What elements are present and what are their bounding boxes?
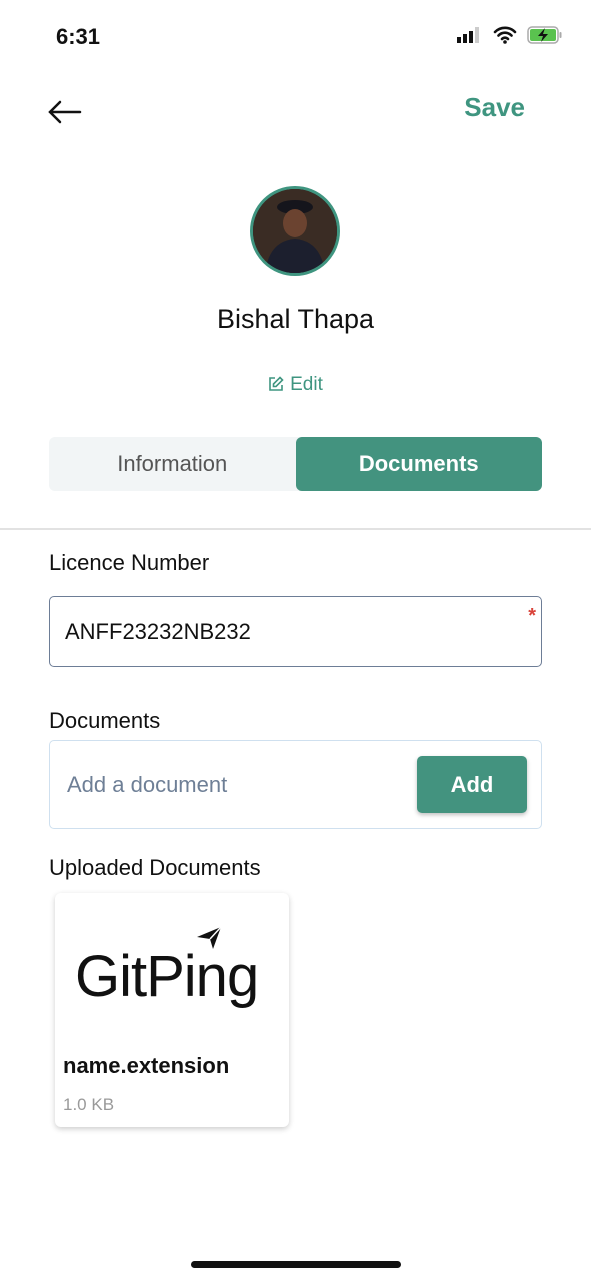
divider: [0, 528, 591, 530]
documents-label: Documents: [49, 708, 161, 733]
home-indicator[interactable]: [191, 1261, 401, 1268]
paper-plane-icon: [197, 926, 222, 949]
profile-name: Bishal Thapa: [216, 304, 375, 334]
licence-number-value: ANFF23232NB232: [65, 618, 251, 644]
back-button[interactable]: [46, 96, 82, 128]
edit-label: Edit: [290, 374, 323, 395]
signal-icon: [457, 27, 479, 43]
document-card[interactable]: GitPing name.extension 1.0 KB: [55, 893, 289, 1127]
edit-icon: [269, 376, 284, 391]
tab-documents[interactable]: Documents: [295, 437, 542, 491]
status-time: 6:31: [56, 24, 101, 49]
add-document-field: Add: [49, 740, 542, 829]
wifi-icon: [493, 26, 517, 44]
required-marker: *: [528, 605, 536, 627]
add-document-button[interactable]: Add: [417, 756, 527, 813]
status-icons: [457, 26, 563, 44]
document-size: 1.0 KB: [63, 1095, 115, 1114]
document-thumbnail-logo: GitPing: [75, 944, 259, 1009]
uploaded-documents-label: Uploaded Documents: [49, 855, 261, 880]
edit-profile-button[interactable]: Edit: [0, 374, 591, 396]
profile-tabs: Information Documents: [49, 437, 542, 491]
licence-number-label: Licence Number: [49, 550, 210, 575]
tab-information[interactable]: Information: [49, 437, 296, 491]
arrow-left-icon: [48, 100, 82, 124]
battery-charging-icon: [527, 26, 562, 44]
document-name: name.extension: [63, 1053, 230, 1078]
licence-number-input[interactable]: ANFF23232NB232 *: [49, 596, 542, 667]
add-document-input[interactable]: [67, 771, 417, 798]
avatar[interactable]: [250, 186, 340, 276]
save-button[interactable]: Save: [464, 92, 525, 123]
